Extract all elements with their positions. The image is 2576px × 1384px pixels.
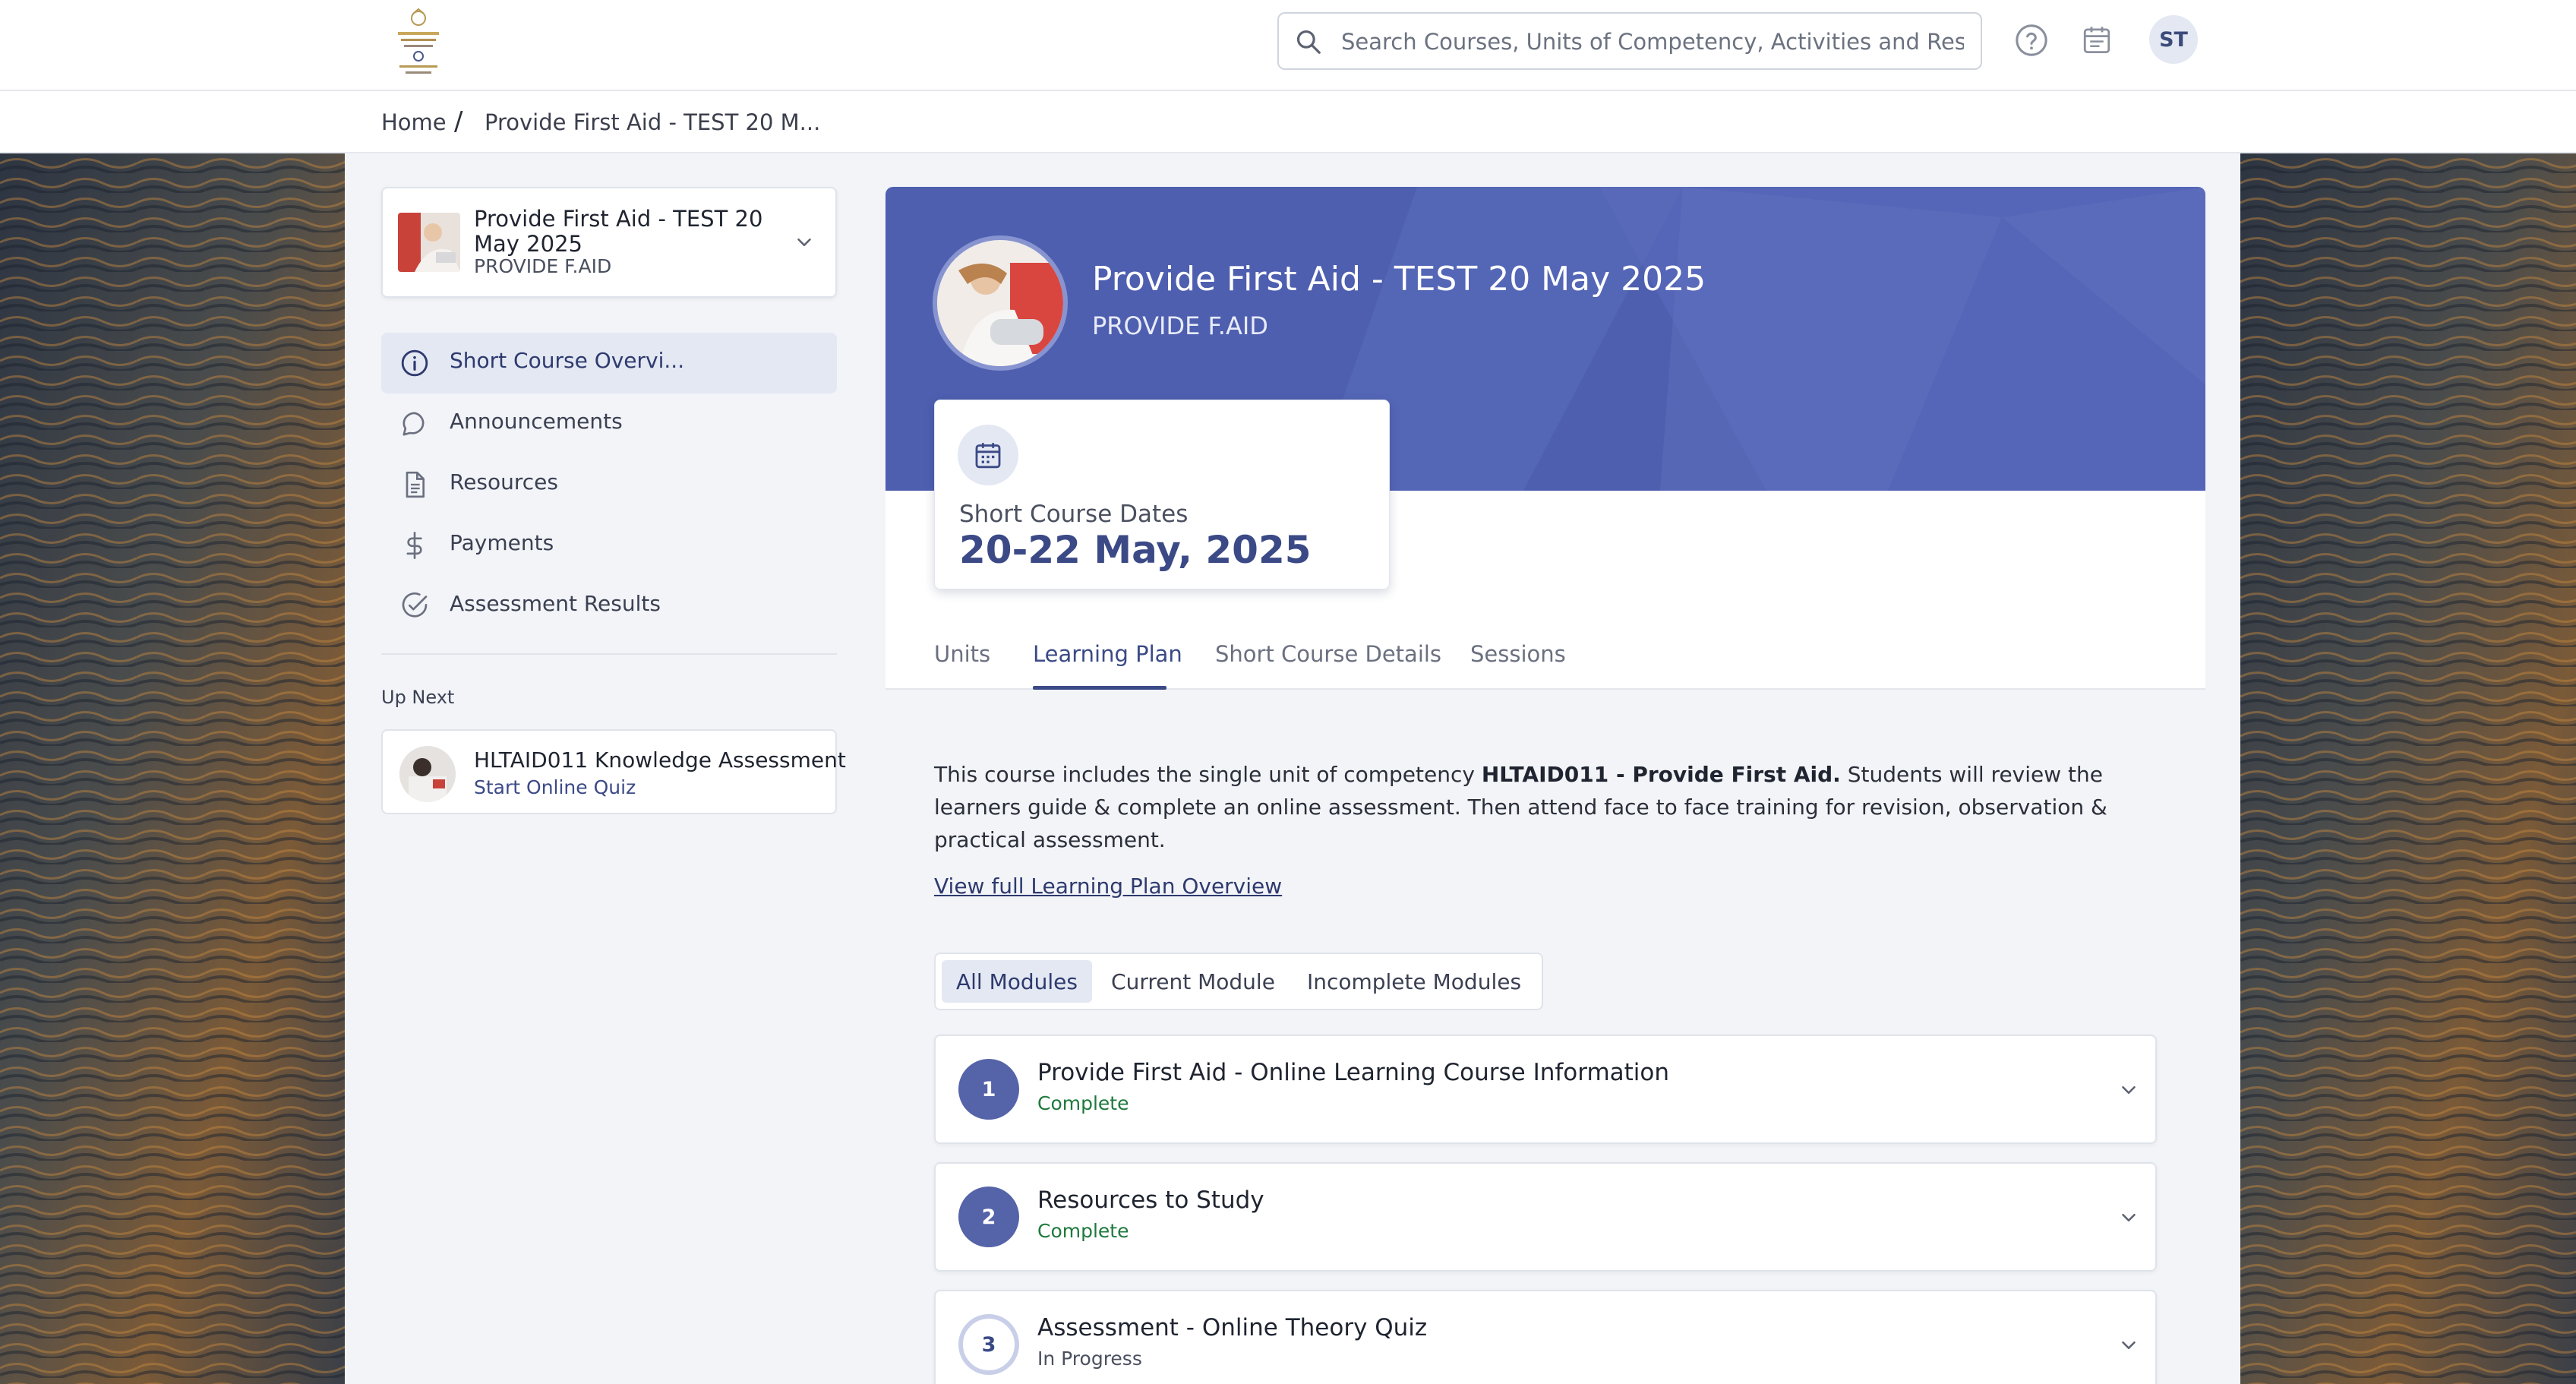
sidebar-item-label: Assessment Results — [450, 591, 661, 616]
filter-current-module[interactable]: Current Module — [1107, 960, 1279, 1003]
calendar-icon[interactable] — [2081, 23, 2113, 56]
breadcrumb-separator: / — [454, 106, 463, 137]
sidebar-item-short-course-overview[interactable]: Short Course Overvi... — [381, 333, 837, 393]
course-image — [933, 235, 1068, 371]
course-title: Provide First Aid - TEST 20 May 2025 — [1092, 260, 1706, 299]
sidebar-item-announcements[interactable]: Announcements — [381, 393, 837, 454]
sidebar-divider — [381, 653, 837, 655]
calendar-icon — [975, 443, 1001, 469]
breadcrumb-home[interactable]: Home — [381, 109, 447, 135]
dates-label: Short Course Dates — [959, 501, 1189, 528]
start-online-quiz-link[interactable]: Start Online Quiz — [474, 776, 636, 798]
module-number: 3 — [958, 1314, 1019, 1375]
chat-bubble-icon — [402, 412, 425, 436]
global-search[interactable] — [1277, 12, 1982, 70]
check-circle-icon — [402, 592, 428, 618]
module-title: Assessment - Online Theory Quiz — [1037, 1314, 1428, 1341]
user-avatar[interactable]: ST — [2149, 15, 2198, 64]
search-input[interactable] — [1341, 23, 1964, 61]
sidebar-item-label: Resources — [450, 469, 558, 495]
course-selector[interactable]: Provide First Aid - TEST 20 May 2025 PRO… — [381, 187, 837, 298]
course-code: PROVIDE F.AID — [474, 255, 612, 277]
tab-units[interactable]: Units — [934, 641, 990, 667]
module-filter: All Modules Current Module Incomplete Mo… — [934, 953, 1543, 1010]
up-next-label: Up Next — [381, 687, 455, 708]
learning-plan-overview-link[interactable]: View full Learning Plan Overview — [934, 874, 1282, 899]
dollar-icon — [406, 532, 422, 559]
up-next-title: HLTAID011 Knowledge Assessment — [474, 747, 846, 773]
tab-learning-plan[interactable]: Learning Plan — [1033, 641, 1182, 667]
course-title: Provide First Aid - TEST 20 May 2025 — [474, 206, 763, 257]
short-course-dates-card: Short Course Dates 20-22 May, 2025 — [934, 400, 1390, 589]
sidebar-item-label: Payments — [450, 530, 554, 555]
chevron-down-icon[interactable] — [2117, 1079, 2140, 1101]
info-icon — [401, 349, 428, 377]
learning-plan-description: This course includes the single unit of … — [934, 762, 2107, 852]
module-title: Provide First Aid - Online Learning Cour… — [1037, 1059, 1670, 1086]
module-card[interactable]: 3 Assessment - Online Theory Quiz In Pro… — [934, 1290, 2157, 1384]
chevron-down-icon[interactable] — [793, 231, 816, 254]
sidebar-item-label: Announcements — [450, 409, 623, 434]
module-status: Complete — [1037, 1220, 1129, 1242]
module-number: 2 — [958, 1187, 1019, 1247]
module-card[interactable]: 1 Provide First Aid - Online Learning Co… — [934, 1035, 2157, 1144]
module-number: 1 — [958, 1059, 1019, 1120]
tab-sessions[interactable]: Sessions — [1470, 641, 1566, 667]
course-thumbnail — [398, 213, 460, 272]
chevron-down-icon[interactable] — [2117, 1206, 2140, 1229]
background-water-right — [2240, 153, 2576, 1384]
sidebar-item-assessment-results[interactable]: Assessment Results — [381, 576, 837, 637]
module-title: Resources to Study — [1037, 1187, 1264, 1214]
module-status: Complete — [1037, 1092, 1129, 1114]
chevron-down-icon[interactable] — [2117, 1334, 2140, 1357]
help-icon[interactable] — [2014, 23, 2049, 58]
sidebar-item-payments[interactable]: Payments — [381, 515, 837, 576]
breadcrumb-current: Provide First Aid - TEST 20 M... — [485, 109, 821, 135]
module-card[interactable]: 2 Resources to Study Complete — [934, 1162, 2157, 1272]
dates-value: 20-22 May, 2025 — [959, 528, 1312, 572]
unit-of-competency: HLTAID011 - Provide First Aid. — [1481, 762, 1841, 787]
active-tab-indicator — [1033, 686, 1166, 690]
filter-all-modules[interactable]: All Modules — [942, 960, 1092, 1003]
course-overview-panel: Provide First Aid - TEST 20 May 2025 PRO… — [886, 187, 2205, 1384]
course-code: PROVIDE F.AID — [1092, 311, 1268, 340]
up-next-card[interactable]: HLTAID011 Knowledge Assessment Start Onl… — [381, 729, 846, 814]
sidebar-item-label: Short Course Overvi... — [450, 348, 685, 373]
background-water-left — [0, 153, 345, 1384]
module-status: In Progress — [1037, 1348, 1142, 1370]
academy-logo[interactable] — [387, 6, 450, 79]
search-icon — [1296, 30, 1321, 54]
calendar-badge — [958, 425, 1018, 485]
sidebar-item-resources[interactable]: Resources — [381, 454, 837, 515]
tab-short-course-details[interactable]: Short Course Details — [1215, 641, 1441, 667]
document-icon — [406, 471, 425, 498]
filter-incomplete-modules[interactable]: Incomplete Modules — [1294, 960, 1534, 1003]
up-next-thumbnail — [399, 746, 456, 802]
